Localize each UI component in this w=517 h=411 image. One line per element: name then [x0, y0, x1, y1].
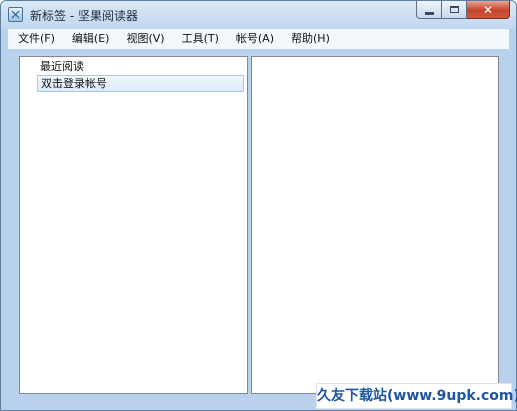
menu-edit[interactable]: 编辑(E) — [62, 29, 117, 49]
content-pane[interactable] — [251, 56, 499, 394]
caption-buttons: ✕ — [416, 1, 510, 20]
window-title: 新标签 - 坚果阅读器 — [30, 9, 138, 23]
tree-item-recent[interactable]: 最近阅读 — [40, 59, 84, 74]
minimize-button[interactable] — [416, 1, 442, 19]
close-icon: ✕ — [482, 2, 494, 17]
maximize-button[interactable] — [442, 1, 467, 19]
app-window: 新标签 - 坚果阅读器 ✕ 文件(F) 编辑(E) 视图(V) 工具(T) 帐号… — [0, 0, 517, 411]
menu-account[interactable]: 帐号(A) — [226, 29, 281, 49]
tree-item-login[interactable]: 双击登录帐号 — [37, 75, 244, 92]
close-button[interactable]: ✕ — [467, 1, 510, 19]
navigation-tree-pane[interactable]: 最近阅读 双击登录帐号 — [19, 56, 248, 394]
menu-help[interactable]: 帮助(H) — [281, 29, 337, 49]
menu-view[interactable]: 视图(V) — [116, 29, 171, 49]
maximize-icon — [449, 6, 459, 13]
menu-bar: 文件(F) 编辑(E) 视图(V) 工具(T) 帐号(A) 帮助(H) — [8, 29, 509, 49]
menu-file[interactable]: 文件(F) — [8, 29, 62, 49]
minimize-icon — [424, 11, 434, 15]
app-logo-icon — [8, 7, 23, 22]
site-watermark: 久友下载站(www.9upk.com) — [316, 383, 517, 409]
menu-tools[interactable]: 工具(T) — [172, 29, 226, 49]
title-bar[interactable]: 新标签 - 坚果阅读器 ✕ — [1, 1, 516, 28]
